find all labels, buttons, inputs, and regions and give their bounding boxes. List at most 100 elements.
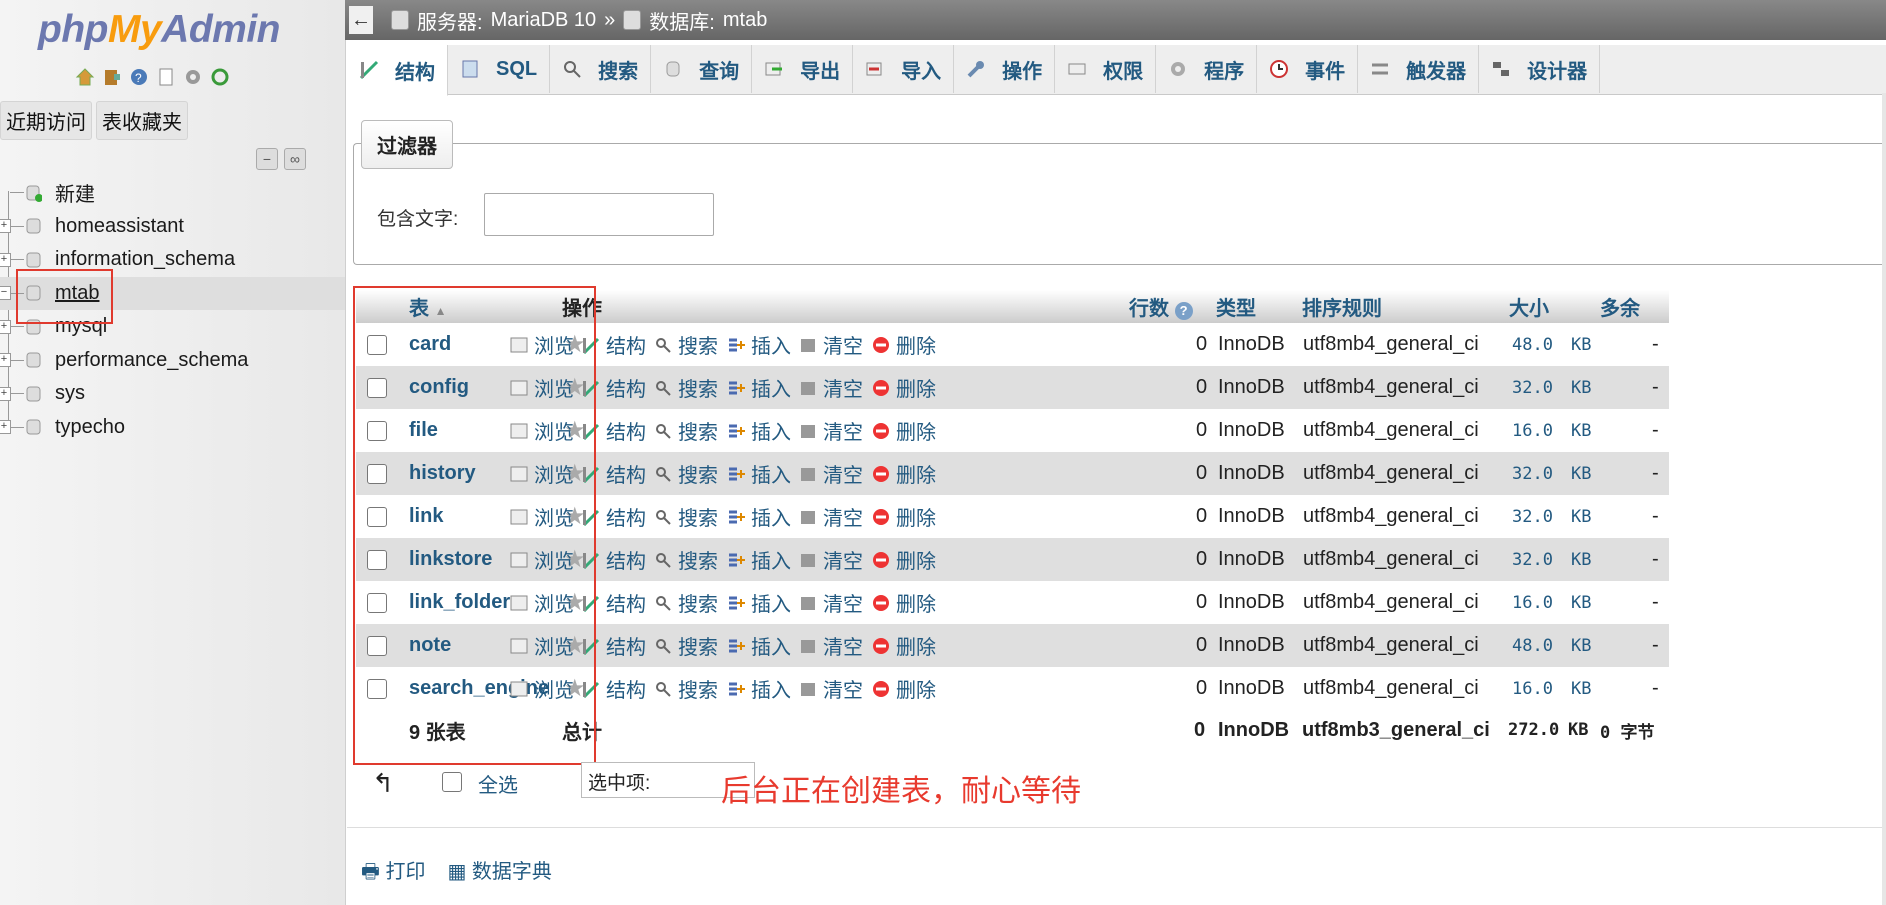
size-value[interactable]: 32.0 <box>1512 464 1553 484</box>
empty-action[interactable]: 清空 <box>799 459 863 488</box>
recent-tab[interactable]: 近期访问 <box>0 101 92 140</box>
insert-action[interactable]: 插入 <box>727 588 791 617</box>
header-collation[interactable]: 排序规则 <box>1302 292 1382 321</box>
tab-query[interactable]: 查询 <box>651 45 753 93</box>
server-link[interactable]: MariaDB 10 <box>491 9 597 32</box>
search-action[interactable]: 搜索 <box>654 588 718 617</box>
reload-icon[interactable] <box>209 66 231 88</box>
empty-action[interactable]: 清空 <box>799 588 863 617</box>
tree-label[interactable]: information_schema <box>55 248 235 271</box>
tab-import[interactable]: 导入 <box>853 45 955 93</box>
help-icon[interactable]: ? <box>1174 302 1193 320</box>
link-with-main-icon[interactable]: ∞ <box>284 148 306 170</box>
favorites-tab[interactable]: 表收藏夹 <box>96 101 188 140</box>
logo-admin: Admin <box>161 8 280 51</box>
insert-icon <box>729 338 745 351</box>
print-link[interactable]: 🖶 打印 <box>361 855 425 891</box>
search-action[interactable]: 搜索 <box>654 631 718 660</box>
header-rows[interactable]: 行数 ? <box>1129 292 1193 321</box>
insert-action[interactable]: 插入 <box>727 545 791 574</box>
tree-item-typecho[interactable]: + typecho <box>0 411 345 445</box>
empty-action[interactable]: 清空 <box>799 416 863 445</box>
header-type[interactable]: 类型 <box>1216 292 1256 321</box>
tree-item-homeassistant[interactable]: + homeassistant <box>0 210 345 244</box>
insert-action[interactable]: 插入 <box>727 631 791 660</box>
data-dictionary-link[interactable]: ▦ 数据字典 <box>447 855 551 891</box>
gear-icon[interactable] <box>182 66 204 88</box>
tab-export[interactable]: 导出 <box>752 45 854 93</box>
tree-label[interactable]: performance_schema <box>55 349 248 372</box>
drop-action[interactable]: 删除 <box>872 373 936 402</box>
insert-action[interactable]: 插入 <box>727 459 791 488</box>
empty-action[interactable]: 清空 <box>799 674 863 703</box>
phpmyadmin-logo[interactable]: phpMyAdmin <box>38 8 280 52</box>
drop-action[interactable]: 删除 <box>872 545 936 574</box>
insert-action[interactable]: 插入 <box>727 674 791 703</box>
size-value[interactable]: 48.0 <box>1512 636 1553 656</box>
tree-item-performance-schema[interactable]: + performance_schema <box>0 344 345 378</box>
tree-item-sys[interactable]: + sys <box>0 377 345 411</box>
size-value[interactable]: 32.0 <box>1512 507 1553 527</box>
collapse-all-icon[interactable]: − <box>256 148 278 170</box>
tab-sql[interactable]: SQL <box>448 45 551 93</box>
collation: utf8mb4_general_ci <box>1303 634 1479 656</box>
tree-label[interactable]: typecho <box>55 416 125 439</box>
help-icon[interactable]: ? <box>128 66 150 88</box>
select-all-label[interactable]: 全选 <box>478 769 518 798</box>
drop-action[interactable]: 删除 <box>872 588 936 617</box>
header-overhead[interactable]: 多余 <box>1600 292 1640 321</box>
empty-action[interactable]: 清空 <box>799 330 863 359</box>
search-action[interactable]: 搜索 <box>654 545 718 574</box>
search-action[interactable]: 搜索 <box>654 674 718 703</box>
tab-triggers[interactable]: 触发器 <box>1358 45 1480 93</box>
size-value[interactable]: 16.0 <box>1512 421 1553 441</box>
home-icon[interactable] <box>74 66 96 88</box>
search-action[interactable]: 搜索 <box>654 502 718 531</box>
search-action[interactable]: 搜索 <box>654 330 718 359</box>
tab-events[interactable]: 事件 <box>1257 45 1359 93</box>
tab-operations[interactable]: 操作 <box>954 45 1056 93</box>
drop-action[interactable]: 删除 <box>872 674 936 703</box>
search-icon <box>656 509 671 525</box>
size-value[interactable]: 16.0 <box>1512 593 1553 613</box>
scrollbar[interactable] <box>1882 93 1886 905</box>
insert-action[interactable]: 插入 <box>727 330 791 359</box>
tree-label[interactable]: sys <box>55 382 85 405</box>
drop-action[interactable]: 删除 <box>872 631 936 660</box>
drop-action[interactable]: 删除 <box>872 416 936 445</box>
empty-action[interactable]: 清空 <box>799 502 863 531</box>
action-label: 删除 <box>896 336 936 358</box>
tab-search[interactable]: 搜索 <box>550 45 652 93</box>
search-action[interactable]: 搜索 <box>654 373 718 402</box>
drop-action[interactable]: 删除 <box>872 459 936 488</box>
select-all-checkbox[interactable] <box>442 772 462 792</box>
tab-designer[interactable]: 设计器 <box>1479 45 1601 93</box>
drop-action[interactable]: 删除 <box>872 330 936 359</box>
database-link[interactable]: mtab <box>723 9 767 32</box>
search-action[interactable]: 搜索 <box>654 416 718 445</box>
back-arrow-icon[interactable]: ← <box>349 6 373 34</box>
insert-action[interactable]: 插入 <box>727 502 791 531</box>
tree-label[interactable]: homeassistant <box>55 215 184 238</box>
empty-action[interactable]: 清空 <box>799 373 863 402</box>
empty-action[interactable]: 清空 <box>799 631 863 660</box>
size-value[interactable]: 16.0 <box>1512 679 1553 699</box>
tree-item-new[interactable]: 新建 <box>0 176 345 210</box>
drop-action[interactable]: 删除 <box>872 502 936 531</box>
insert-action[interactable]: 插入 <box>727 416 791 445</box>
header-size[interactable]: 大小 <box>1509 292 1549 321</box>
size-value[interactable]: 32.0 <box>1512 550 1553 570</box>
size-value[interactable]: 48.0 <box>1512 335 1553 355</box>
size-value[interactable]: 32.0 <box>1512 378 1553 398</box>
tab-routines[interactable]: 程序 <box>1156 45 1258 93</box>
docs-icon[interactable] <box>155 66 177 88</box>
insert-icon <box>729 424 745 437</box>
tab-structure[interactable]: 结构 <box>347 45 448 96</box>
insert-action[interactable]: 插入 <box>727 373 791 402</box>
tree-label[interactable]: 新建 <box>55 178 95 207</box>
tab-privileges[interactable]: 权限 <box>1055 45 1157 93</box>
logout-icon[interactable] <box>101 66 123 88</box>
empty-action[interactable]: 清空 <box>799 545 863 574</box>
search-action[interactable]: 搜索 <box>654 459 718 488</box>
filter-input[interactable] <box>484 193 714 236</box>
